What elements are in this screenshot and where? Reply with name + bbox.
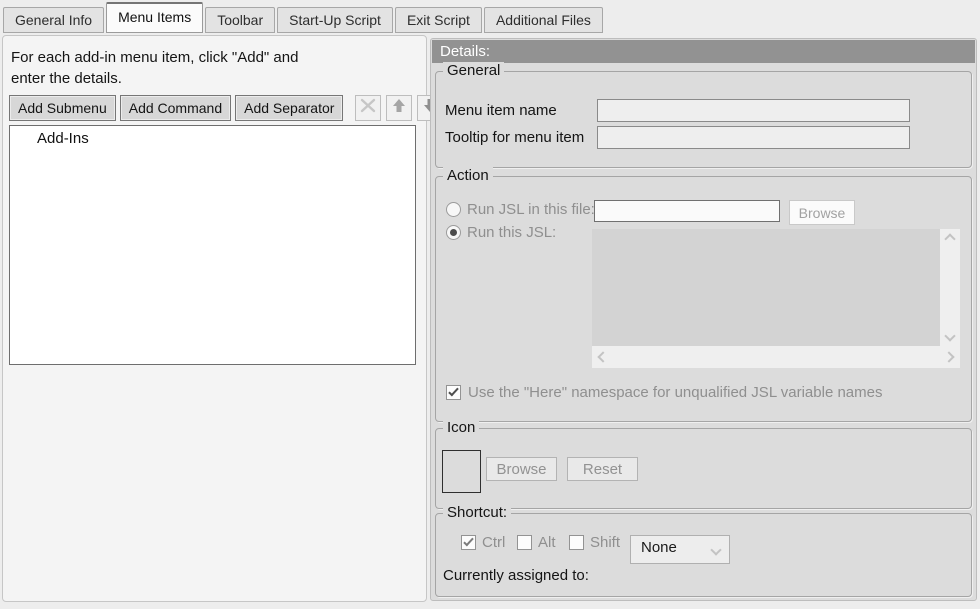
here-namespace-checkbox[interactable]	[446, 385, 461, 400]
instructions-line1: For each add-in menu item, click "Add" a…	[11, 47, 298, 68]
menu-items-panel: For each add-in menu item, click "Add" a…	[2, 35, 427, 602]
general-group: General Menu item name Tooltip for menu …	[435, 71, 972, 168]
general-group-title: General	[443, 62, 504, 80]
tab-toolbar[interactable]: Toolbar	[205, 7, 275, 33]
addin-builder-window: General Info Menu Items Toolbar Start-Up…	[0, 0, 980, 609]
menu-item-name-input[interactable]	[597, 99, 910, 122]
run-jsl-file-label: Run JSL in this file:	[467, 201, 595, 218]
tab-startup-script[interactable]: Start-Up Script	[277, 7, 393, 33]
tab-menu-items[interactable]: Menu Items	[106, 2, 203, 33]
menu-item-name-label: Menu item name	[445, 102, 557, 119]
icon-group: Icon Browse Reset	[435, 428, 972, 509]
icon-preview-box	[442, 450, 481, 493]
shift-checkbox[interactable]	[569, 535, 584, 550]
menu-tree-listbox[interactable]: Add-Ins	[9, 125, 416, 365]
action-group-title: Action	[443, 167, 493, 185]
instructions-text: For each add-in menu item, click "Add" a…	[11, 47, 298, 89]
tab-label: Toolbar	[217, 12, 263, 28]
instructions-line2: enter the details.	[11, 68, 298, 89]
shift-label: Shift	[590, 534, 620, 551]
details-panel: Details: General Menu item name Tooltip …	[430, 38, 977, 601]
jsl-file-path-input[interactable]	[594, 200, 780, 222]
icon-browse-button[interactable]: Browse	[486, 457, 557, 481]
delete-icon	[359, 98, 377, 118]
scroll-down-icon[interactable]	[944, 330, 955, 341]
jsl-vertical-scrollbar[interactable]	[940, 229, 960, 346]
icon-reset-button[interactable]: Reset	[567, 457, 638, 481]
tab-label: Additional Files	[496, 12, 591, 28]
add-command-button[interactable]: Add Command	[120, 95, 231, 121]
file-browse-button[interactable]: Browse	[789, 200, 855, 225]
tab-exit-script[interactable]: Exit Script	[395, 7, 482, 33]
jsl-code-area[interactable]	[592, 229, 940, 346]
scroll-up-icon[interactable]	[944, 233, 955, 244]
details-header-label: Details:	[440, 43, 490, 60]
tree-item-add-ins[interactable]: Add-Ins	[10, 126, 415, 147]
currently-assigned-label: Currently assigned to:	[443, 567, 589, 584]
tooltip-input[interactable]	[597, 126, 910, 149]
here-namespace-label: Use the "Here" namespace for unqualified…	[468, 384, 883, 401]
tab-general-info[interactable]: General Info	[3, 7, 104, 33]
action-group: Action Run JSL in this file: Browse Run …	[435, 176, 972, 422]
tab-label: Menu Items	[118, 9, 191, 25]
shortcut-group-title: Shortcut:	[443, 504, 511, 522]
scroll-left-icon[interactable]	[597, 351, 608, 362]
alt-checkbox[interactable]	[517, 535, 532, 550]
ctrl-checkbox[interactable]	[461, 535, 476, 550]
add-buttons-row: Add Submenu Add Command Add Separator	[9, 95, 443, 121]
add-submenu-button[interactable]: Add Submenu	[9, 95, 116, 121]
ctrl-label: Ctrl	[482, 534, 505, 551]
tab-label: General Info	[15, 12, 92, 28]
tab-label: Exit Script	[407, 12, 470, 28]
tooltip-label: Tooltip for menu item	[445, 129, 584, 146]
run-this-jsl-radio[interactable]	[446, 225, 461, 240]
alt-label: Alt	[538, 534, 556, 551]
delete-item-button[interactable]	[355, 95, 381, 121]
checkmark-icon	[448, 386, 458, 397]
chevron-down-icon	[710, 544, 721, 555]
run-jsl-file-radio[interactable]	[446, 202, 461, 217]
tab-label: Start-Up Script	[289, 12, 381, 28]
shortcut-group: Shortcut: Ctrl Alt Shift None Currently …	[435, 513, 972, 597]
scroll-right-icon[interactable]	[943, 351, 954, 362]
shortcut-key-value: None	[641, 539, 677, 556]
tab-bar: General Info Menu Items Toolbar Start-Up…	[3, 2, 603, 33]
details-header: Details:	[432, 40, 975, 63]
run-this-jsl-label: Run this JSL:	[467, 224, 556, 241]
icon-group-title: Icon	[443, 419, 479, 437]
jsl-editor	[592, 229, 960, 368]
tab-additional-files[interactable]: Additional Files	[484, 7, 603, 33]
move-up-icon	[392, 98, 406, 118]
add-separator-button[interactable]: Add Separator	[235, 95, 343, 121]
move-up-button[interactable]	[386, 95, 412, 121]
checkmark-icon	[463, 536, 473, 547]
jsl-horizontal-scrollbar[interactable]	[592, 346, 960, 368]
shortcut-key-dropdown[interactable]: None	[630, 535, 730, 564]
